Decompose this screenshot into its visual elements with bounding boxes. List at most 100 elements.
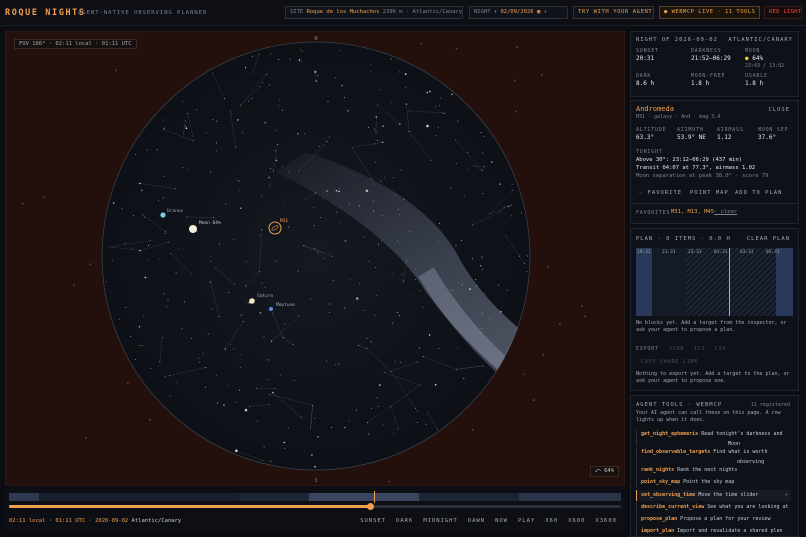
star: [245, 66, 247, 68]
hour-tick: 05:31: [766, 250, 780, 255]
star: [358, 345, 359, 347]
plan-header: PLAN · 0 ITEMS · 0.0 H: [636, 236, 731, 242]
below-horizon-object: [471, 428, 474, 431]
sunset-button[interactable]: SUNSET: [360, 518, 386, 524]
star: [379, 384, 381, 386]
star: [210, 281, 211, 283]
star: [466, 169, 468, 171]
plan-empty-text-1: No blocks yet. Add a target from the ins…: [636, 320, 787, 326]
tool-row[interactable]: find_observable_targets Find what is wor…: [636, 447, 791, 465]
star: [397, 428, 399, 430]
uranus-marker[interactable]: [160, 212, 166, 218]
night-date-input[interactable]: 02/09/2026: [501, 9, 534, 15]
midnight-button[interactable]: MIDNIGHT: [423, 518, 458, 524]
current-time-readout: 02:11 local · 01:11 UTC · 2026-09-02 Atl…: [9, 518, 181, 524]
star: [266, 358, 268, 360]
red-light-toggle[interactable]: RED LIGHT: [764, 6, 802, 19]
export-json-button[interactable]: JSON: [669, 346, 684, 352]
star: [482, 365, 484, 367]
below-horizon-object: [388, 480, 391, 483]
now-button[interactable]: NOW: [495, 518, 508, 524]
site-selector[interactable]: SITE Roque de los Muchachos 2396 m · Atl…: [285, 6, 463, 19]
star: [518, 255, 520, 257]
tool-row[interactable]: point_sky_map Point the sky map: [636, 477, 791, 488]
favorites-list[interactable]: M31, M13, M45: [671, 209, 714, 215]
below-horizon-object: [523, 373, 526, 376]
star: [374, 143, 376, 145]
plan-panel: PLAN · 0 ITEMS · 0.0 H CLEAR PLAN 19:31 …: [630, 228, 799, 391]
speed-x3600-button[interactable]: X3600: [595, 518, 617, 524]
star: [503, 206, 505, 208]
time-slider[interactable]: [9, 503, 621, 510]
export-csv-button[interactable]: CSV: [715, 346, 726, 352]
tool-row[interactable]: propose_plan Propose a plan for your rev…: [636, 514, 791, 525]
prev-night-icon[interactable]: ‹: [494, 9, 497, 15]
star: [212, 72, 214, 74]
speed-x60-button[interactable]: X60: [545, 518, 558, 524]
darkness-value: 21:52–06:29: [691, 55, 731, 62]
star: [223, 404, 225, 406]
speed-x600-button[interactable]: X600: [568, 518, 585, 524]
clear-plan-button[interactable]: CLEAR PLAN: [747, 236, 790, 242]
star: [279, 100, 281, 101]
tonight-line-3: Moon separation at peak 38.0° · score 79: [636, 173, 769, 179]
next-night-icon[interactable]: ›: [544, 9, 547, 15]
twilight-segment: [9, 493, 39, 501]
sunset-label: SUNSET: [636, 48, 659, 54]
star: [175, 188, 177, 190]
plan-timeline-chart[interactable]: 19:31 21:31 23:31 01:31 03:31 05:31: [636, 248, 793, 316]
star: [163, 176, 165, 177]
star: [484, 292, 486, 294]
star: [429, 90, 431, 92]
timeline: 02:11 local · 01:11 UTC · 2026-09-02 Atl…: [5, 488, 625, 532]
tool-row[interactable]: describe_current_view See what you are l…: [636, 502, 791, 513]
webmcp-status-badge[interactable]: ● WEBMCP LIVE · 11 TOOLS: [659, 6, 760, 19]
star: [164, 233, 166, 235]
clear-favorites-link[interactable]: · clear: [714, 209, 737, 215]
fov-readout: FOV 186° · 02:11 local · 01:11 UTC: [14, 39, 137, 49]
neptune-marker[interactable]: [269, 307, 273, 311]
tool-row[interactable]: import_plan Import and revalidate a shar…: [636, 526, 791, 536]
dark-button[interactable]: DARK: [396, 518, 413, 524]
copy-share-link-button[interactable]: COPY SHARE LINK: [641, 359, 698, 365]
sky-chart[interactable]: N S Uranus Moon 64% M31 Saturn Neptune: [6, 32, 625, 486]
dawn-button[interactable]: DAWN: [468, 518, 485, 524]
tool-description: Propose a plan for your review: [680, 516, 771, 522]
star: [341, 84, 343, 87]
star: [205, 132, 207, 134]
point-map-button[interactable]: POINT MAP: [687, 189, 732, 197]
star: [526, 270, 528, 272]
star: [269, 184, 271, 186]
below-horizon-object: [84, 436, 87, 439]
star: [439, 105, 441, 107]
star: [315, 80, 318, 82]
tool-row[interactable]: get_night_ephemeris Read tonight's darkn…: [636, 429, 791, 447]
tool-row[interactable]: rank_nights Rank the next nights: [636, 465, 791, 476]
play-button[interactable]: PLAY: [518, 518, 535, 524]
star: [381, 240, 382, 242]
favorite-button[interactable]: ☆ FAVORITE: [636, 189, 685, 197]
star: [399, 71, 401, 73]
close-inspector-button[interactable]: CLOSE: [768, 107, 790, 113]
star: [390, 58, 392, 60]
moon-marker[interactable]: [189, 225, 197, 233]
try-with-agent-button[interactable]: TRY WITH YOUR AGENT: [573, 6, 654, 19]
calendar-icon[interactable]: ▣: [537, 9, 540, 15]
tool-row-active[interactable]: set_observing_time Move the time slider …: [636, 490, 791, 501]
star: [282, 337, 284, 339]
sky-map[interactable]: N S Uranus Moon 64% M31 Saturn Neptune F…: [5, 31, 625, 486]
star: [264, 286, 266, 288]
export-ics-button[interactable]: ICS: [694, 346, 705, 352]
star: [320, 217, 322, 218]
star: [401, 273, 403, 275]
star: [511, 184, 513, 186]
add-to-plan-button[interactable]: ADD TO PLAN: [732, 189, 785, 197]
zoom-reset-button[interactable]: ⤺ 64%: [589, 466, 619, 477]
tools-intro-1: Your AI agent can call these on this pag…: [636, 410, 781, 416]
star: [338, 363, 340, 365]
time-slider-handle[interactable]: [366, 503, 374, 510]
saturn-marker[interactable]: [249, 298, 255, 304]
star: [392, 322, 394, 324]
star: [235, 449, 238, 453]
star: [235, 147, 237, 149]
